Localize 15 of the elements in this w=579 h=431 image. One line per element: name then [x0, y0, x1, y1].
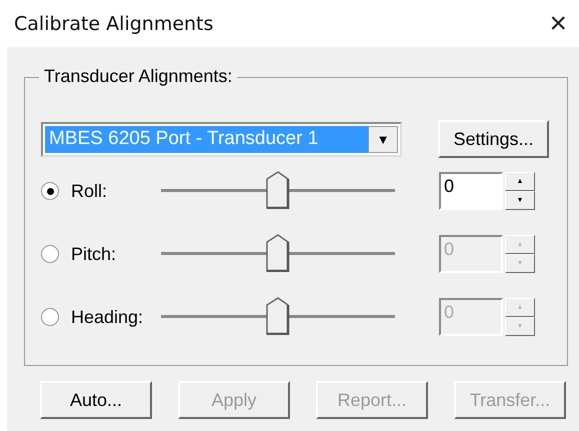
slider-thumb[interactable]	[266, 171, 290, 209]
number-field[interactable]: 0	[439, 172, 503, 210]
slider[interactable]	[161, 171, 395, 211]
close-button[interactable]: ×	[545, 8, 571, 38]
group-title: Transducer Alignments:	[39, 66, 238, 87]
slider[interactable]	[161, 234, 395, 274]
radio-button[interactable]	[41, 182, 59, 200]
axis-label: Heading:	[71, 306, 144, 328]
axis-label: Roll:	[71, 180, 108, 202]
transducer-dropdown[interactable]: MBES 6205 Port - Transducer 1 ▼	[41, 122, 402, 156]
settings-button[interactable]: Settings...	[438, 120, 549, 158]
window-title: Calibrate Alignments	[14, 12, 214, 34]
dialog-button[interactable]: Auto...	[40, 381, 152, 419]
axis-label: Pitch:	[71, 244, 118, 264]
slider[interactable]	[161, 297, 395, 337]
